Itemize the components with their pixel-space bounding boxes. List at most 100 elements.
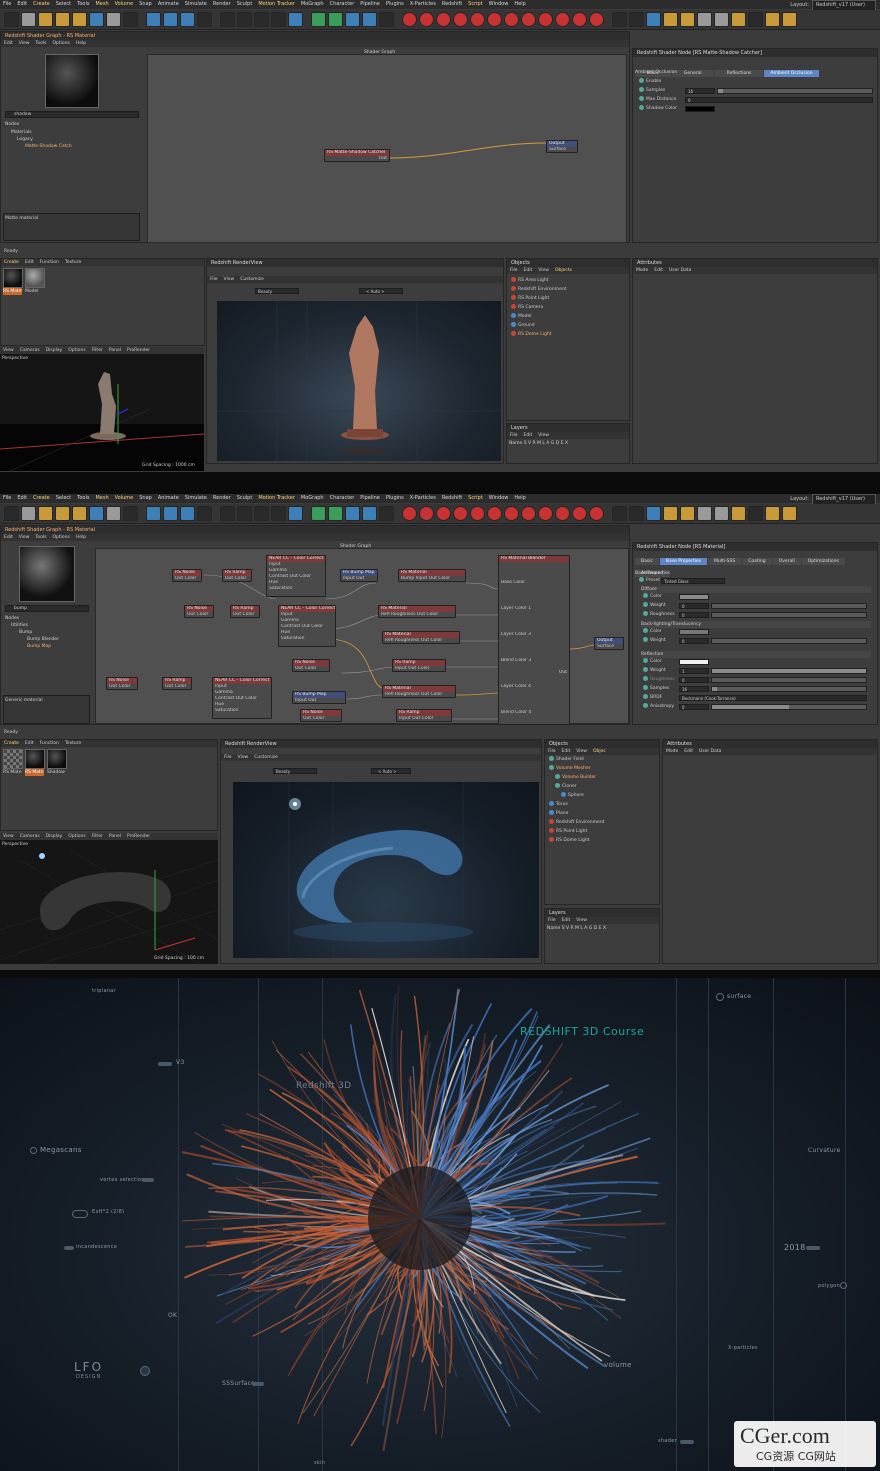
samples-slider[interactable]	[717, 88, 873, 94]
object-row[interactable]: RS Camera	[511, 304, 543, 312]
menu-item-mograph[interactable]: MoGraph	[298, 0, 327, 9]
snap-icon[interactable]	[680, 506, 695, 521]
menu-item[interactable]: Edit	[22, 741, 37, 746]
redshift-icon[interactable]	[436, 12, 451, 27]
menu-item-tools[interactable]: Tools	[74, 0, 92, 9]
menu-item[interactable]: Mode	[663, 749, 681, 754]
redshift-icon[interactable]	[521, 506, 536, 521]
tree-item-legacy[interactable]: Legacy	[17, 136, 33, 143]
menu-item[interactable]: Edit	[559, 749, 574, 754]
field-icon[interactable]	[362, 12, 377, 27]
menu-item[interactable]: View	[573, 918, 590, 923]
object-row[interactable]: RS Point Light	[511, 295, 549, 303]
menu-item-render[interactable]: Render	[210, 0, 234, 9]
rotate-icon[interactable]	[89, 12, 104, 27]
object-row[interactable]: Volume Builder	[555, 774, 596, 782]
menu-item-render[interactable]: Render	[210, 494, 234, 503]
menu-item[interactable]: Objects	[552, 268, 575, 273]
menu-item-simulate[interactable]: Simulate	[182, 0, 210, 9]
menu-item-file[interactable]: File	[0, 0, 14, 9]
menu-item[interactable]: Function	[37, 741, 62, 746]
tab-optimizations[interactable]: Optimizations	[801, 558, 845, 565]
menu-item[interactable]: File	[507, 433, 521, 438]
tool-icon[interactable]	[697, 506, 712, 521]
menu-item-mesh[interactable]: Mesh	[92, 0, 111, 9]
menu-item[interactable]: Edit	[1, 41, 16, 46]
select-icon[interactable]	[38, 12, 53, 27]
refl-samples-field[interactable]: 16	[679, 686, 709, 692]
redshift-icon[interactable]	[504, 506, 519, 521]
menu-item-redshift[interactable]: Redshift	[439, 0, 465, 9]
object-row[interactable]: RS Point Light	[549, 828, 587, 836]
redshift-icon[interactable]	[419, 12, 434, 27]
menu-item-motion-tracker[interactable]: Motion Tracker	[255, 494, 298, 503]
tree-item-bump[interactable]: Bump	[19, 629, 32, 636]
object-row[interactable]: Sphere	[561, 792, 584, 800]
menu-item-volume[interactable]: Volume	[112, 494, 137, 503]
camera-select[interactable]: < Auto >	[359, 288, 403, 294]
object-row[interactable]: Redshift Environment	[511, 286, 566, 294]
menu-item[interactable]: Texture	[62, 260, 84, 265]
menu-item[interactable]: ProRender	[124, 834, 153, 839]
camera-icon[interactable]	[379, 12, 394, 27]
menu-item[interactable]: View	[535, 433, 552, 438]
menu-item-mograph[interactable]: MoGraph	[298, 494, 327, 503]
group-back-lighting[interactable]: Back-lighting/Translucency	[641, 621, 871, 628]
back-weight-field[interactable]: 0	[679, 638, 709, 644]
menu-item[interactable]: File	[545, 918, 559, 923]
light-icon[interactable]	[612, 12, 627, 27]
graph-node[interactable]: RS Ramp Input Out Color	[392, 659, 446, 672]
graph-node[interactable]: RS Ramp Out Color	[162, 677, 192, 690]
menu-item[interactable]: Edit	[681, 749, 696, 754]
x-axis-icon[interactable]	[146, 12, 161, 27]
redo-icon[interactable]	[21, 12, 36, 27]
menu-item[interactable]: Options	[65, 348, 88, 353]
menu-item-select[interactable]: Select	[53, 0, 74, 9]
menu-item[interactable]: Display	[43, 834, 66, 839]
render-icon[interactable]	[271, 12, 286, 27]
tab-multi-sss[interactable]: Multi-SSS	[708, 558, 742, 565]
redo-icon[interactable]	[21, 506, 36, 521]
menu-item[interactable]: Edit	[521, 433, 536, 438]
view-icon[interactable]	[646, 12, 661, 27]
object-row[interactable]: Shader Field	[549, 756, 584, 764]
anisotropy-field[interactable]: 0	[679, 704, 709, 710]
menu-item[interactable]: View	[535, 268, 552, 273]
menu-item-select[interactable]: Select	[53, 494, 74, 503]
tool-icon[interactable]	[748, 12, 763, 27]
tool-icon[interactable]	[714, 12, 729, 27]
tool-icon[interactable]	[697, 12, 712, 27]
menu-item-pipeline[interactable]: Pipeline	[357, 0, 383, 9]
tab-reflections[interactable]: Reflections	[714, 70, 764, 77]
menu-item-pipeline[interactable]: Pipeline	[357, 494, 383, 503]
menu-item-motion-tracker[interactable]: Motion Tracker	[255, 0, 298, 9]
graph-node[interactable]: RS Ramp Input Out Color	[396, 709, 452, 722]
object-row[interactable]: RS Area Light	[511, 277, 548, 285]
menu-item[interactable]: Panel	[106, 348, 124, 353]
menu-item[interactable]: Options	[50, 41, 73, 46]
scale-icon[interactable]	[72, 12, 87, 27]
menu-item-file[interactable]: File	[0, 494, 14, 503]
generator-icon[interactable]	[328, 12, 343, 27]
material-thumb[interactable]	[25, 749, 45, 769]
redshift-icon[interactable]	[419, 506, 434, 521]
render-icon[interactable]	[271, 506, 286, 521]
material-thumb[interactable]	[3, 749, 23, 769]
refl-weight-field[interactable]: 1	[679, 668, 709, 674]
world-icon[interactable]	[197, 506, 212, 521]
object-row[interactable]: Volume Mesher	[549, 765, 591, 773]
redshift-icon[interactable]	[589, 506, 604, 521]
menu-item-redshift[interactable]: Redshift	[439, 494, 465, 503]
graph-node[interactable]: RS Material Refl Roughness Out Color	[378, 605, 456, 618]
scale-icon[interactable]	[72, 506, 87, 521]
menu-item[interactable]: Create	[1, 741, 22, 746]
menu-item[interactable]: Panel	[106, 834, 124, 839]
diffuse-weight-field[interactable]: 0	[679, 603, 709, 609]
menu-item[interactable]: Texture	[62, 741, 84, 746]
menu-item[interactable]: View	[16, 535, 33, 540]
max-distance-field[interactable]: 0	[685, 97, 873, 103]
menu-item-create[interactable]: Create	[30, 494, 53, 503]
render-icon[interactable]	[220, 12, 235, 27]
menu-item[interactable]: View	[221, 277, 238, 282]
tool-icon[interactable]	[106, 12, 121, 27]
